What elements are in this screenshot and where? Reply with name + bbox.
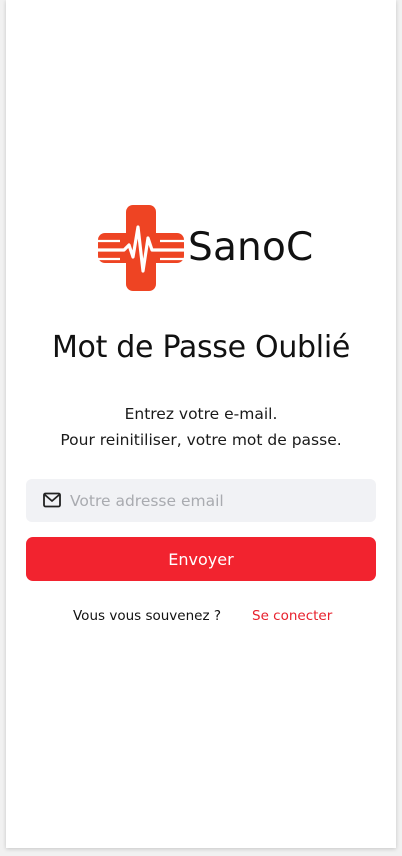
remember-text: Vous vous souvenez ?	[73, 608, 222, 624]
instruction-line-2: Pour reinitiliser, votre mot de passe.	[60, 431, 342, 449]
instruction-line-1: Entrez votre e-mail.	[124, 405, 278, 423]
mail-icon	[43, 492, 61, 508]
page-title: Mot de Passe Oublié	[51, 330, 351, 365]
login-link[interactable]: Se conecter	[252, 608, 332, 624]
logo: SanoC	[98, 205, 323, 291]
forgot-password-screen: SanoC Mot de Passe Oublié Entrez votre e…	[6, 0, 396, 848]
email-field[interactable]	[26, 479, 376, 522]
email-input[interactable]	[70, 479, 366, 522]
send-button[interactable]: Envoyer	[26, 537, 376, 581]
brand-name: SanoC	[188, 225, 314, 270]
medical-cross-heartbeat-icon	[98, 205, 184, 291]
